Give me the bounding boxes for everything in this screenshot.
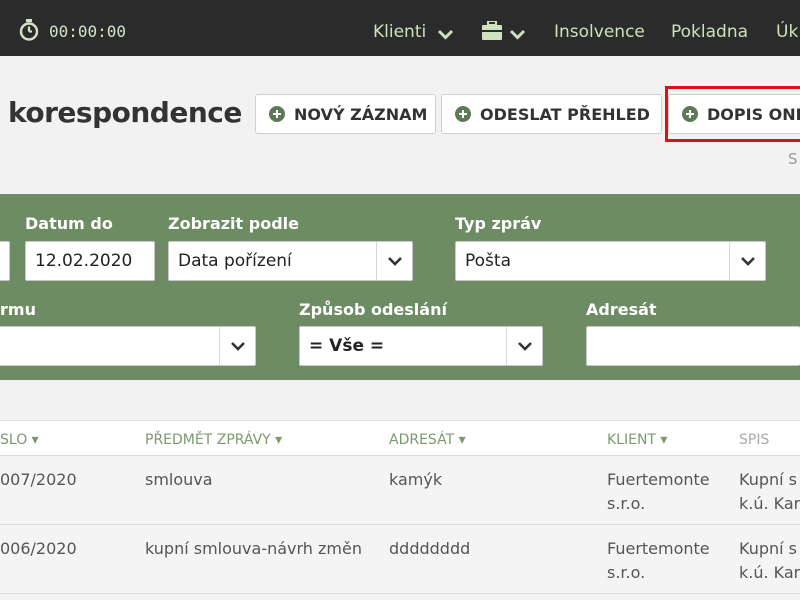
- nav-item-truncated[interactable]: Úk: [776, 22, 798, 42]
- timer-display: 00:00:00: [49, 22, 127, 41]
- plus-circle-icon: [455, 106, 471, 122]
- form-label: rmu: [0, 300, 36, 319]
- table-header: SLO ▾ PŘEDMĚT ZPRÁVY ▾ ADRESÁT ▾ KLIENT …: [0, 420, 800, 456]
- cell-recipient: dddddddd: [389, 539, 471, 558]
- message-type-label: Typ zpráv: [455, 214, 542, 233]
- cell-number: 007/2020: [0, 470, 77, 489]
- recipient-label: Adresát: [586, 300, 657, 319]
- chevron-down-icon[interactable]: [219, 327, 255, 365]
- send-method-value: = Vše =: [309, 336, 385, 356]
- column-client[interactable]: KLIENT ▾: [607, 432, 667, 448]
- show-by-value: Data pořízení: [178, 251, 292, 271]
- cell-number: 006/2020: [0, 539, 77, 558]
- column-subject[interactable]: PŘEDMĚT ZPRÁVY ▾: [145, 432, 282, 448]
- plus-circle-icon: [269, 106, 285, 122]
- new-record-button-label: NOVÝ ZÁZNAM: [294, 104, 428, 124]
- nav-cashbox[interactable]: Pokladna: [671, 22, 748, 42]
- stopwatch-icon[interactable]: [18, 19, 40, 45]
- filter-panel: Datum do 12.02.2020 Zobrazit podle Data …: [0, 194, 800, 380]
- cell-subject: smlouva: [145, 470, 213, 489]
- send-method-label: Způsob odeslání: [299, 300, 447, 319]
- table-row[interactable]: 007/2020 smlouva kamýk Fuertemonte s.r.o.…: [0, 456, 800, 525]
- cell-file: Kupní s k.ú. Kar: [739, 470, 800, 513]
- truncated-text: S: [788, 150, 798, 168]
- column-file: SPIS: [739, 432, 770, 448]
- send-overview-button-label: ODESLAT PŘEHLED: [480, 104, 650, 124]
- column-recipient[interactable]: ADRESÁT ▾: [389, 432, 466, 448]
- page-title: korespondence: [8, 96, 242, 129]
- nav-insolvency[interactable]: Insolvence: [554, 22, 645, 42]
- new-record-button[interactable]: NOVÝ ZÁZNAM: [255, 94, 436, 134]
- date-to-field[interactable]: 12.02.2020: [25, 241, 155, 281]
- cell-subject: kupní smlouva-návrh změn: [145, 539, 362, 558]
- form-select[interactable]: [0, 326, 256, 366]
- highlight-frame: [665, 86, 800, 142]
- nav-clients[interactable]: Klienti: [373, 22, 426, 42]
- cell-client: Fuertemonte s.r.o.: [607, 539, 710, 582]
- show-by-select[interactable]: Data pořízení: [168, 241, 413, 281]
- date-to-label: Datum do: [25, 214, 113, 233]
- send-overview-button[interactable]: ODESLAT PŘEHLED: [441, 94, 662, 134]
- message-type-value: Pošta: [465, 251, 511, 271]
- message-type-select[interactable]: Pošta: [455, 241, 766, 281]
- chevron-down-icon[interactable]: [509, 25, 526, 44]
- chevron-down-icon[interactable]: [437, 25, 454, 44]
- chevron-down-icon[interactable]: [376, 242, 412, 280]
- top-navigation-bar: 00:00:00 Klienti Insolvence Pokladna Úk: [0, 0, 800, 56]
- briefcase-icon[interactable]: [481, 20, 503, 45]
- cell-recipient: kamýk: [389, 470, 443, 489]
- recipient-input[interactable]: [586, 326, 800, 366]
- cell-client: Fuertemonte s.r.o.: [607, 470, 710, 513]
- table-row[interactable]: 006/2020 kupní smlouva-návrh změn dddddd…: [0, 525, 800, 594]
- date-from-field[interactable]: [0, 241, 10, 281]
- column-number[interactable]: SLO ▾: [0, 432, 39, 448]
- send-method-select[interactable]: = Vše =: [299, 326, 543, 366]
- chevron-down-icon[interactable]: [506, 327, 542, 365]
- chevron-down-icon[interactable]: [729, 242, 765, 280]
- cell-file: Kupní s k.ú. Kar: [739, 539, 800, 582]
- show-by-label: Zobrazit podle: [168, 214, 299, 233]
